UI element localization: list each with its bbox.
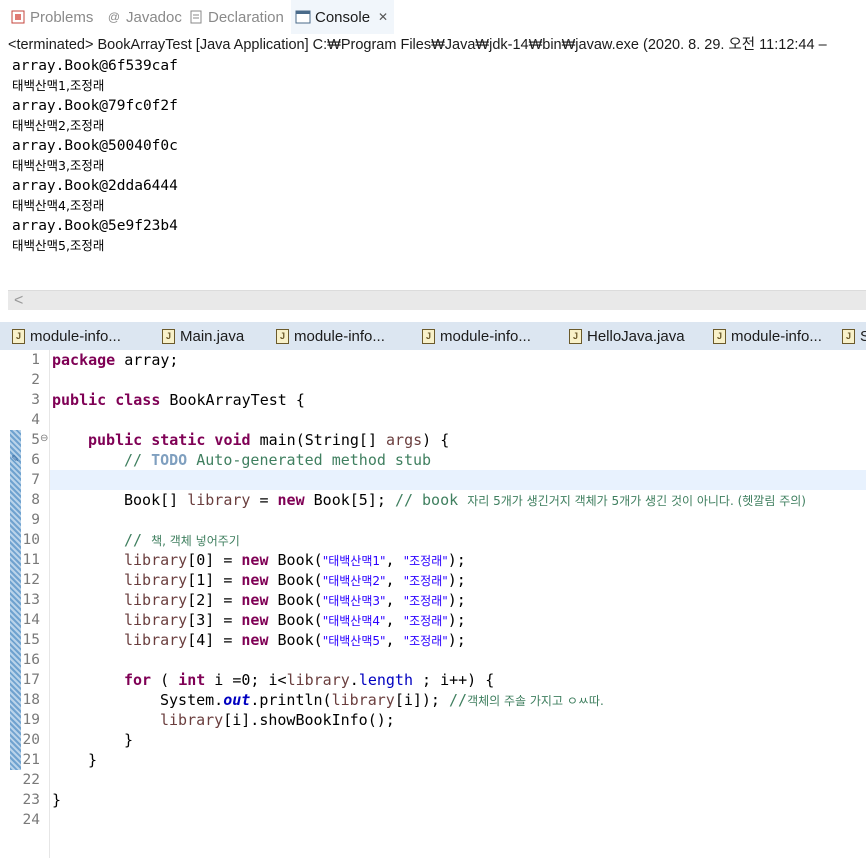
gutter-divider — [49, 350, 50, 858]
console-status: <terminated> BookArrayTest [Java Applica… — [8, 37, 827, 53]
line-number: 1 — [31, 352, 40, 368]
line-number: 16 — [22, 652, 40, 668]
code-line: public static void main(String[] args) { — [88, 431, 450, 449]
view-divider[interactable] — [0, 310, 866, 322]
editor-tab-label: module-info... — [731, 327, 822, 345]
line-number: 24 — [22, 812, 40, 828]
tab-problems[interactable]: Problems — [10, 0, 93, 34]
java-file-icon: J — [842, 328, 855, 344]
code-line: library[1] = new Book("태백산맥2", "조정래"); — [124, 571, 466, 589]
tab-console[interactable]: Console ✕ — [291, 0, 395, 34]
code-line: library[3] = new Book("태백산맥4", "조정래"); — [124, 611, 466, 629]
view-tab-bar: Problems @ Javadoc Declaration Console ✕ — [0, 0, 866, 34]
line-number: 11 — [22, 552, 40, 568]
editor-tab-bar: J module-info... J Main.java J module-in… — [0, 322, 866, 350]
line-number: 7 — [31, 472, 40, 488]
tab-label: Declaration — [208, 8, 284, 26]
editor-tab-module-info[interactable]: J module-info... — [276, 322, 385, 350]
code-line: // TODO Auto-generated method stub — [124, 451, 432, 469]
java-file-icon: J — [713, 328, 726, 344]
code-line: } — [88, 751, 98, 769]
task-marker-icon: ✎ — [11, 454, 20, 465]
console-line: 태백산맥1,조정래 — [12, 78, 105, 93]
console-output[interactable]: array.Book@6f539caf 태백산맥1,조정래 array.Book… — [0, 56, 866, 290]
code-line: for ( int i =0; i<library.length ; i++) … — [124, 671, 495, 689]
console-line: array.Book@5e9f23b4 — [12, 218, 178, 234]
tab-label: Problems — [30, 8, 94, 26]
code-line: public class BookArrayTest { — [52, 391, 305, 409]
line-number: 10 — [22, 532, 40, 548]
line-number: 14 — [22, 612, 40, 628]
console-line: array.Book@2dda6444 — [12, 178, 178, 194]
code-line: library[2] = new Book("태백산맥3", "조정래"); — [124, 591, 466, 609]
code-line: package array; — [52, 351, 179, 369]
code-line: library[4] = new Book("태백산맥5", "조정래"); — [124, 631, 466, 649]
javadoc-icon: @ — [107, 10, 121, 24]
line-number: 19 — [22, 712, 40, 728]
console-line: array.Book@50040f0c — [12, 138, 178, 154]
code-line: } — [124, 731, 134, 749]
line-number: 3 — [31, 392, 40, 408]
tab-label: Console — [315, 8, 371, 26]
editor-tab-overflow[interactable]: J S — [842, 322, 866, 350]
editor-tab-module-info[interactable]: J module-info... — [422, 322, 531, 350]
editor-tab-label: S — [860, 327, 866, 345]
current-line-highlight — [50, 470, 866, 490]
java-file-icon: J — [276, 328, 289, 344]
console-line: 태백산맥5,조정래 — [12, 238, 105, 253]
code-line: library[0] = new Book("태백산맥1", "조정래"); — [124, 551, 466, 569]
editor-tab-main[interactable]: J Main.java — [162, 322, 244, 350]
line-number: 18 — [22, 692, 40, 708]
tab-label: Javadoc — [126, 8, 182, 26]
editor-tab-label: Main.java — [180, 327, 245, 345]
console-horizontal-scrollbar[interactable]: < — [8, 290, 866, 311]
line-number: 2 — [31, 372, 40, 388]
problems-icon — [10, 9, 26, 25]
line-number: 8 — [31, 492, 40, 508]
code-line: System.out.println(library[i]); //객체의 주솔… — [160, 691, 604, 709]
line-number: 13 — [22, 592, 40, 608]
fold-collapse-icon[interactable]: ⊖ — [40, 433, 48, 444]
java-file-icon: J — [422, 328, 435, 344]
console-line: array.Book@6f539caf — [12, 58, 178, 74]
line-number: 12 — [22, 572, 40, 588]
java-file-icon: J — [569, 328, 582, 344]
console-line: 태백산맥4,조정래 — [12, 198, 105, 213]
editor-tab-module-info[interactable]: J module-info... — [12, 322, 121, 350]
line-number: 23 — [22, 792, 40, 808]
close-icon[interactable]: ✕ — [378, 10, 388, 24]
editor-tab-label: module-info... — [440, 327, 531, 345]
editor-tab-module-info[interactable]: J module-info... — [713, 322, 822, 350]
line-number: 21 — [22, 752, 40, 768]
editor-tab-label: HelloJava.java — [587, 327, 685, 345]
console-icon — [295, 9, 311, 25]
editor-tab-hellojava[interactable]: J HelloJava.java — [569, 322, 685, 350]
console-line: 태백산맥2,조정래 — [12, 118, 105, 133]
tab-javadoc[interactable]: @ Javadoc — [106, 0, 182, 34]
editor-tab-label: module-info... — [30, 327, 121, 345]
code-line: library[i].showBookInfo(); — [160, 711, 395, 729]
java-file-icon: J — [162, 328, 175, 344]
line-number: 4 — [31, 412, 40, 428]
console-line: array.Book@79fc0f2f — [12, 98, 178, 114]
line-number: 9 — [31, 512, 40, 528]
line-number: 5 — [31, 432, 40, 448]
scroll-left-icon[interactable]: < — [14, 291, 23, 311]
line-number: 15 — [22, 632, 40, 648]
line-number: 17 — [22, 672, 40, 688]
tab-declaration[interactable]: Declaration — [188, 0, 284, 34]
line-number: 22 — [22, 772, 40, 788]
code-line: // 책, 객체 넣어주기 — [124, 531, 240, 549]
editor-tab-label: module-info... — [294, 327, 385, 345]
code-line: } — [52, 791, 62, 809]
java-file-icon: J — [12, 328, 25, 344]
declaration-icon — [188, 9, 204, 25]
line-number: 20 — [22, 732, 40, 748]
console-line: 태백산맥3,조정래 — [12, 158, 105, 173]
code-line: Book[] library = new Book[5]; // book 자리… — [124, 491, 806, 509]
